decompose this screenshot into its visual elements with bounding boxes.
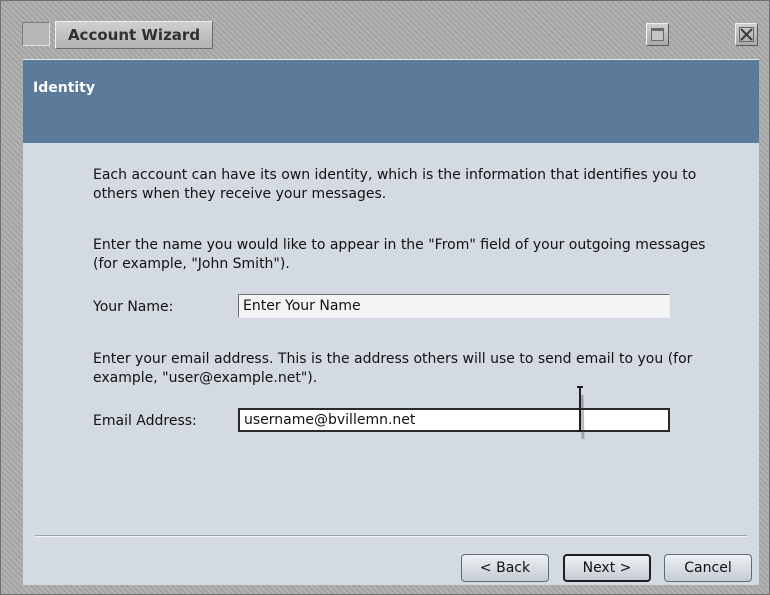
- email-instructions-text: Enter your email address. This is the ad…: [93, 351, 693, 386]
- account-wizard-window: Account Wizard Identity Each account can…: [0, 0, 770, 595]
- next-button[interactable]: Next >: [563, 554, 651, 582]
- wizard-content-panel: Each account can have its own identity, …: [23, 143, 759, 585]
- your-name-field[interactable]: [238, 294, 670, 318]
- window-title-tab: Account Wizard: [55, 21, 213, 49]
- close-icon: [739, 27, 754, 42]
- email-address-label: Email Address:: [93, 413, 197, 429]
- window-title: Account Wizard: [67, 26, 201, 44]
- page-header-banner: Identity: [23, 59, 759, 144]
- maximize-button[interactable]: [646, 23, 669, 46]
- page-title: Identity: [33, 80, 96, 96]
- system-menu-icon[interactable]: [22, 22, 50, 46]
- button-separator: [35, 535, 747, 537]
- identity-intro-text: Each account can have its own identity, …: [93, 167, 697, 202]
- name-instructions-text: Enter the name you would like to appear …: [93, 237, 706, 272]
- email-address-field[interactable]: [238, 408, 670, 432]
- maximize-icon: [651, 28, 664, 41]
- your-name-label: Your Name:: [93, 299, 174, 315]
- close-button[interactable]: [735, 23, 758, 46]
- cancel-button[interactable]: Cancel: [664, 554, 752, 582]
- text-cursor-icon: [577, 386, 585, 440]
- title-bar: Account Wizard: [1, 1, 769, 55]
- back-button[interactable]: < Back: [461, 554, 549, 582]
